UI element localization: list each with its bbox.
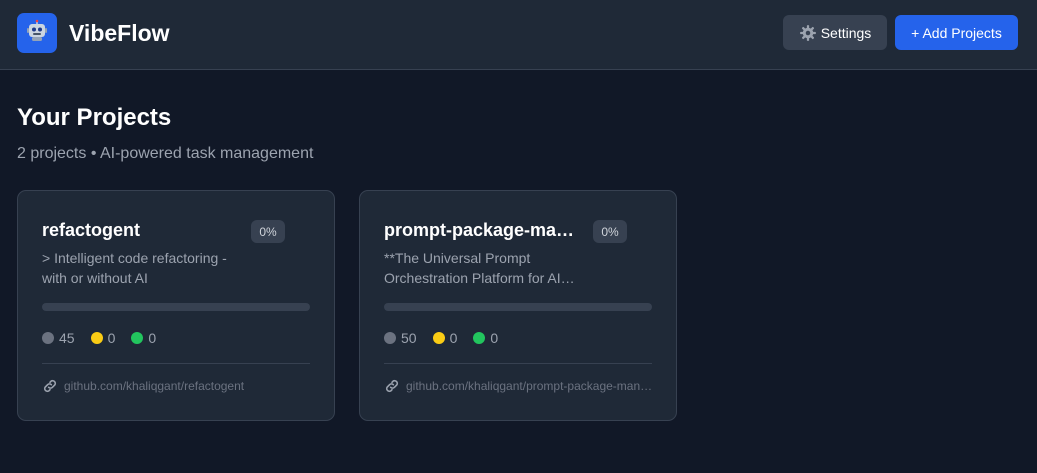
top-bar: VibeFlow Settings + Add Projects xyxy=(0,0,1037,70)
todo-count: 45 xyxy=(59,330,75,346)
robot-icon xyxy=(25,19,49,48)
page-title: Your Projects xyxy=(17,104,172,131)
stat-done: 0 xyxy=(131,330,156,346)
project-card[interactable]: refactogent 0% > Intelligent code refact… xyxy=(17,190,335,421)
page-subtitle: 2 projects • AI-powered task management xyxy=(17,145,314,162)
card-divider xyxy=(384,363,652,364)
link-icon xyxy=(384,378,400,394)
task-stats: 45 0 0 xyxy=(42,329,172,347)
todo-dot-icon xyxy=(384,332,396,344)
in-progress-dot-icon xyxy=(90,332,103,344)
gear-icon xyxy=(799,24,817,42)
done-count: 0 xyxy=(148,330,157,346)
add-projects-button[interactable]: + Add Projects xyxy=(895,15,1018,50)
app-logo[interactable] xyxy=(17,13,57,53)
progress-badge: 0% xyxy=(593,220,627,243)
stat-in-progress: 0 xyxy=(90,330,116,346)
todo-dot-icon xyxy=(42,332,54,344)
stat-todo: 45 xyxy=(42,330,75,346)
in-progress-dot-icon xyxy=(432,332,445,344)
repo-url[interactable]: github.com/khaliqgant/refactogent xyxy=(64,379,244,393)
stat-in-progress: 0 xyxy=(432,330,458,346)
project-description: > Intelligent code refactoring - with or… xyxy=(42,250,227,286)
project-title[interactable]: prompt-package-manager xyxy=(384,219,580,241)
repo-link[interactable]: github.com/khaliqgant/refactogent xyxy=(42,378,312,394)
project-description: **The Universal Prompt Orchestration Pla… xyxy=(384,250,561,286)
done-dot-icon xyxy=(473,332,486,344)
card-divider xyxy=(42,363,310,364)
repo-url[interactable]: github.com/khaliqgant/prompt-package-man… xyxy=(406,379,654,393)
in-progress-count: 0 xyxy=(449,330,458,346)
settings-label: Settings xyxy=(820,24,872,41)
in-progress-count: 0 xyxy=(107,330,116,346)
link-icon xyxy=(42,378,58,394)
task-stats: 50 0 0 xyxy=(384,329,514,347)
progress-bar xyxy=(384,303,652,311)
done-count: 0 xyxy=(490,330,499,346)
stat-done: 0 xyxy=(473,330,498,346)
progress-badge: 0% xyxy=(251,220,285,243)
project-card[interactable]: prompt-package-manager 0% **The Universa… xyxy=(359,190,677,421)
todo-count: 50 xyxy=(401,330,417,346)
settings-button[interactable]: Settings xyxy=(783,15,887,50)
progress-bar xyxy=(42,303,310,311)
project-title[interactable]: refactogent xyxy=(42,219,238,241)
done-dot-icon xyxy=(131,332,144,344)
stat-todo: 50 xyxy=(384,330,417,346)
repo-link[interactable]: github.com/khaliqgant/prompt-package-man… xyxy=(384,378,654,394)
app-brand: VibeFlow xyxy=(69,20,170,46)
